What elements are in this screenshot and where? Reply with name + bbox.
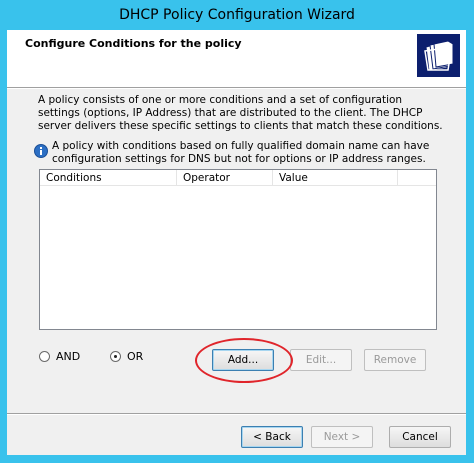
- remove-condition-button[interactable]: Remove: [364, 349, 426, 371]
- edit-condition-button[interactable]: Edit...: [290, 349, 352, 371]
- radio-and-label: AND: [56, 350, 81, 363]
- page-title: Configure Conditions for the policy: [25, 37, 242, 50]
- radio-and-circle[interactable]: [39, 351, 50, 362]
- back-button[interactable]: < Back: [241, 426, 303, 448]
- radio-or-label: OR: [127, 350, 144, 363]
- folder-documents-icon: [417, 34, 460, 77]
- red-highlight-circle: [195, 338, 293, 383]
- wizard-window: DHCP Policy Configuration Wizard Configu…: [0, 0, 474, 463]
- radio-selected-dot: [114, 355, 117, 358]
- wizard-header: Configure Conditions for the policy: [7, 30, 466, 87]
- radio-and[interactable]: AND: [39, 350, 89, 364]
- info-icon: [34, 144, 48, 158]
- wizard-client-area: Configure Conditions for the policy A po…: [7, 30, 466, 455]
- window-title: DHCP Policy Configuration Wizard: [119, 7, 355, 23]
- column-header-conditions[interactable]: Conditions: [40, 170, 177, 186]
- conditions-list-header: Conditions Operator Value: [40, 170, 436, 186]
- column-header-value[interactable]: Value: [273, 170, 398, 186]
- cancel-button[interactable]: Cancel: [389, 426, 451, 448]
- header-separator: [7, 87, 466, 89]
- footer-separator: [7, 413, 466, 415]
- radio-or[interactable]: OR: [110, 350, 160, 364]
- conditions-list[interactable]: Conditions Operator Value: [39, 169, 437, 330]
- policy-description: A policy consists of one or more conditi…: [38, 94, 443, 132]
- next-button[interactable]: Next >: [311, 426, 373, 448]
- fqdn-info-text: A policy with conditions based on fully …: [52, 140, 430, 165]
- column-header-operator[interactable]: Operator: [177, 170, 273, 186]
- radio-or-circle[interactable]: [110, 351, 121, 362]
